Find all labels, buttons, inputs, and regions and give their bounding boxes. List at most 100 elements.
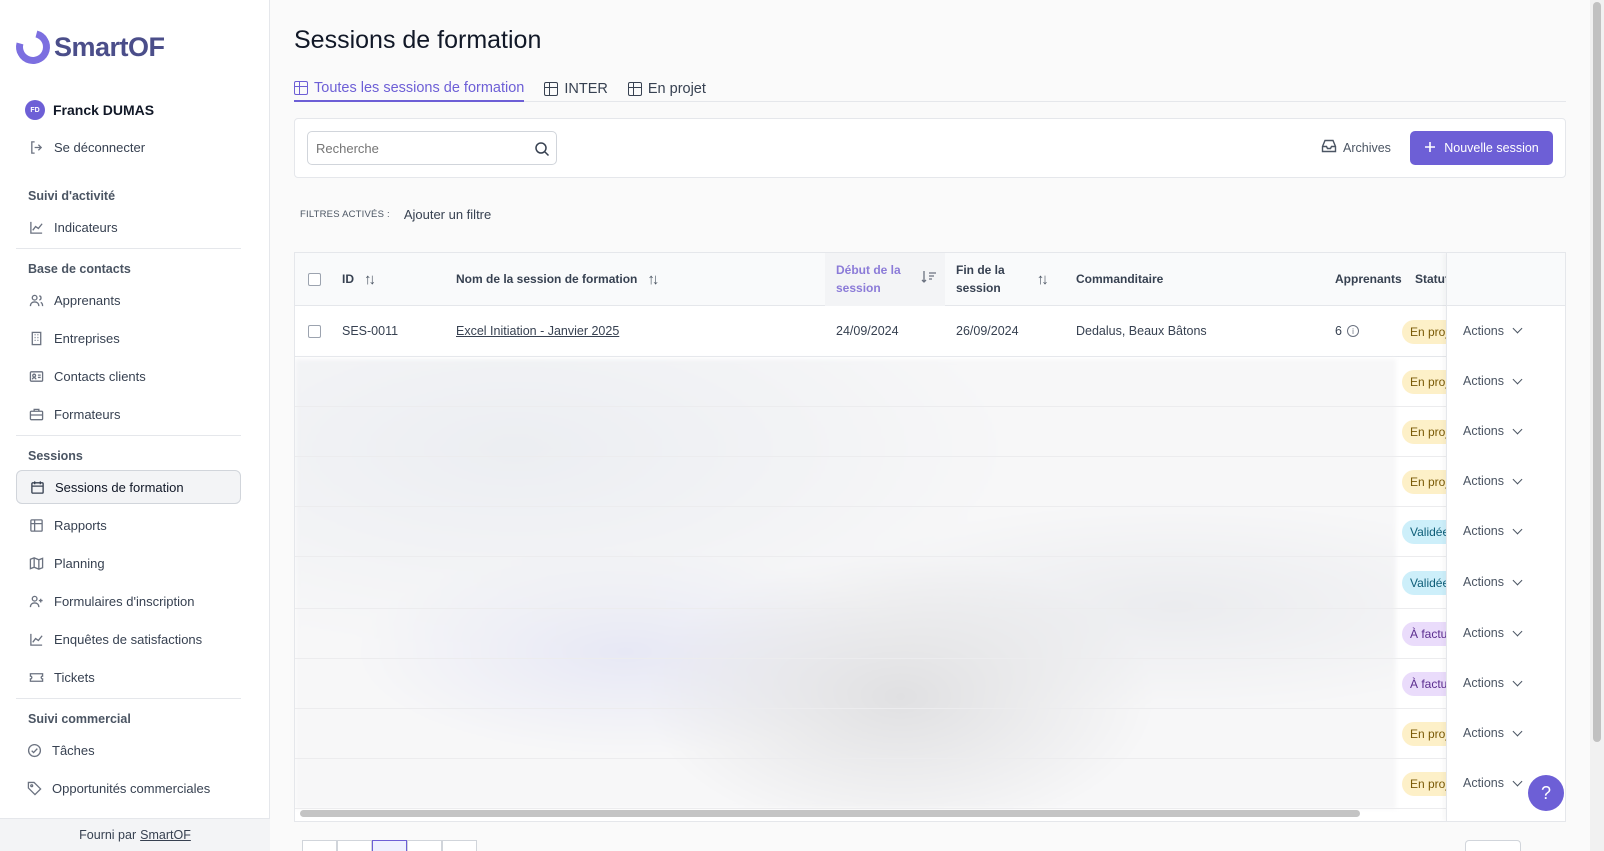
logo[interactable]: SmartOF	[9, 23, 165, 71]
pagination	[302, 840, 477, 851]
sidebar-item-client-contacts[interactable]: Contacts clients	[16, 359, 241, 393]
sidebar-item-registration-forms[interactable]: Formulaires d'inscription	[16, 584, 241, 618]
search-icon[interactable]	[534, 141, 550, 157]
sidebar-item-tickets[interactable]: Tickets	[16, 660, 241, 694]
page-size-select[interactable]	[1465, 840, 1521, 851]
row-actions-button[interactable]: Actions	[1463, 424, 1523, 438]
sidebar-item-indicators[interactable]: Indicateurs	[16, 210, 241, 244]
row-separator	[295, 608, 1565, 609]
row-actions-button[interactable]: Actions	[1463, 474, 1523, 488]
sidebar-item-planning[interactable]: Planning	[16, 546, 241, 580]
page-last-button[interactable]	[442, 840, 477, 851]
filters-label: FILTRES ACTIVÉS :	[300, 209, 390, 220]
session-client: Dedalus, Beaux Bâtons	[1076, 324, 1207, 338]
table-row[interactable]: SES-0011 Excel Initiation - Janvier 2025…	[295, 306, 1565, 357]
sidebar-item-label: Formateurs	[54, 406, 121, 422]
main-content: Sessions de formation Toutes les session…	[270, 0, 1590, 851]
status-badge: À facturer	[1402, 672, 1446, 696]
contact-card-icon	[28, 368, 44, 384]
row-actions-label: Actions	[1463, 575, 1504, 589]
logout-icon	[28, 139, 44, 155]
building-icon	[28, 330, 44, 346]
horizontal-scrollbar[interactable]	[300, 810, 1360, 817]
toolbar: Archives Nouvelle session	[294, 118, 1566, 178]
column-header-label-line: Début de la	[836, 263, 901, 278]
chevron-down-icon	[1512, 424, 1523, 434]
column-header-label: Début de la session	[836, 262, 901, 297]
sidebar-item-opportunities[interactable]: Opportunités commerciales	[16, 771, 241, 805]
sidebar-item-reports[interactable]: Rapports	[16, 508, 241, 542]
sidebar-item-trainers[interactable]: Formateurs	[16, 397, 241, 431]
sidebar-item-label: Contacts clients	[54, 368, 146, 384]
sort-icon: ↑↓	[1036, 270, 1049, 288]
check-circle-icon	[26, 742, 42, 758]
sidebar-item-sessions[interactable]: Sessions de formation	[16, 470, 241, 504]
row-actions-button[interactable]: Actions	[1463, 374, 1523, 388]
user-profile[interactable]: FD Franck DUMAS	[25, 100, 154, 120]
sidebar-item-label: Tickets	[54, 669, 95, 685]
column-header-id[interactable]: ID ↑↓	[342, 253, 442, 306]
session-name-link[interactable]: Excel Initiation - Janvier 2025	[456, 324, 619, 338]
page-first-button[interactable]	[302, 840, 337, 851]
column-header-label: Commanditaire	[1076, 271, 1164, 286]
row-actions-label: Actions	[1463, 424, 1504, 438]
table-icon	[294, 81, 308, 95]
row-separator	[295, 808, 1565, 809]
chevron-down-icon	[1512, 474, 1523, 484]
nav-section-commercial: Suivi commercial	[28, 712, 131, 726]
tab-label: INTER	[564, 81, 608, 97]
search-input[interactable]	[316, 140, 526, 156]
page-next-button[interactable]	[407, 840, 442, 851]
vertical-scrollbar[interactable]	[1590, 0, 1604, 851]
active-filters: FILTRES ACTIVÉS : Ajouter un filtre	[300, 207, 491, 222]
session-start: 24/09/2024	[836, 324, 899, 338]
logout-link[interactable]: Se déconnecter	[16, 130, 241, 164]
page-current-button[interactable]	[372, 840, 407, 851]
learner-count-cell: 6 i	[1335, 306, 1359, 356]
row-actions-button[interactable]: Actions	[1463, 676, 1523, 690]
sidebar-item-companies[interactable]: Entreprises	[16, 321, 241, 355]
row-actions-button[interactable]: Actions	[1463, 324, 1523, 338]
session-id: SES-0011	[342, 324, 399, 338]
vertical-scrollbar-thumb[interactable]	[1593, 2, 1601, 742]
tab-label: Toutes les sessions de formation	[314, 80, 525, 96]
search-box	[307, 131, 557, 165]
page-title: Sessions de formation	[294, 26, 542, 54]
table-header: ID ↑↓ Nom de la session de formation ↑↓ …	[295, 253, 1565, 306]
info-icon[interactable]: i	[1346, 325, 1359, 337]
user-name: Franck DUMAS	[53, 102, 155, 118]
select-all-checkbox[interactable]	[308, 273, 321, 286]
tab-all-sessions[interactable]: Toutes les sessions de formation	[294, 76, 525, 102]
column-header-label-line: Fin de la	[956, 263, 1005, 278]
row-actions-label: Actions	[1463, 474, 1504, 488]
add-filter-button[interactable]: Ajouter un filtre	[404, 207, 491, 222]
help-button[interactable]: ?	[1528, 775, 1564, 811]
user-plus-icon	[28, 593, 44, 609]
sidebar-item-surveys[interactable]: Enquêtes de satisfactions	[16, 622, 241, 656]
column-header-end[interactable]: Fin de la session ↑↓	[956, 253, 1066, 306]
sidebar-item-tasks[interactable]: Tâches	[16, 733, 241, 767]
tab-en-projet[interactable]: En projet	[627, 76, 706, 102]
chevron-down-icon	[1512, 676, 1523, 686]
sidebar-item-label: Entreprises	[54, 330, 120, 346]
page-prev-button[interactable]	[337, 840, 372, 851]
nav-section-activity: Suivi d'activité	[28, 189, 116, 203]
archives-button[interactable]: Archives	[1321, 139, 1391, 156]
row-actions-button[interactable]: Actions	[1463, 776, 1523, 790]
footer-link[interactable]: SmartOF	[140, 828, 191, 842]
sidebar-item-label: Indicateurs	[54, 219, 118, 235]
chevron-down-icon	[1512, 575, 1523, 585]
row-checkbox-cell	[308, 306, 321, 356]
row-actions-button[interactable]: Actions	[1463, 575, 1523, 589]
row-checkbox[interactable]	[308, 324, 321, 338]
row-actions-button[interactable]: Actions	[1463, 524, 1523, 538]
new-session-button[interactable]: Nouvelle session	[1410, 131, 1553, 165]
sidebar-item-learners[interactable]: Apprenants	[16, 283, 241, 317]
status-badge: En projet	[1402, 319, 1446, 344]
row-actions-label: Actions	[1463, 726, 1504, 740]
tab-inter[interactable]: INTER	[544, 76, 608, 102]
column-header-name[interactable]: Nom de la session de formation ↑↓	[456, 253, 816, 306]
row-actions-button[interactable]: Actions	[1463, 726, 1523, 740]
column-header-start[interactable]: Début de la session	[825, 253, 945, 306]
row-actions-button[interactable]: Actions	[1463, 626, 1523, 640]
